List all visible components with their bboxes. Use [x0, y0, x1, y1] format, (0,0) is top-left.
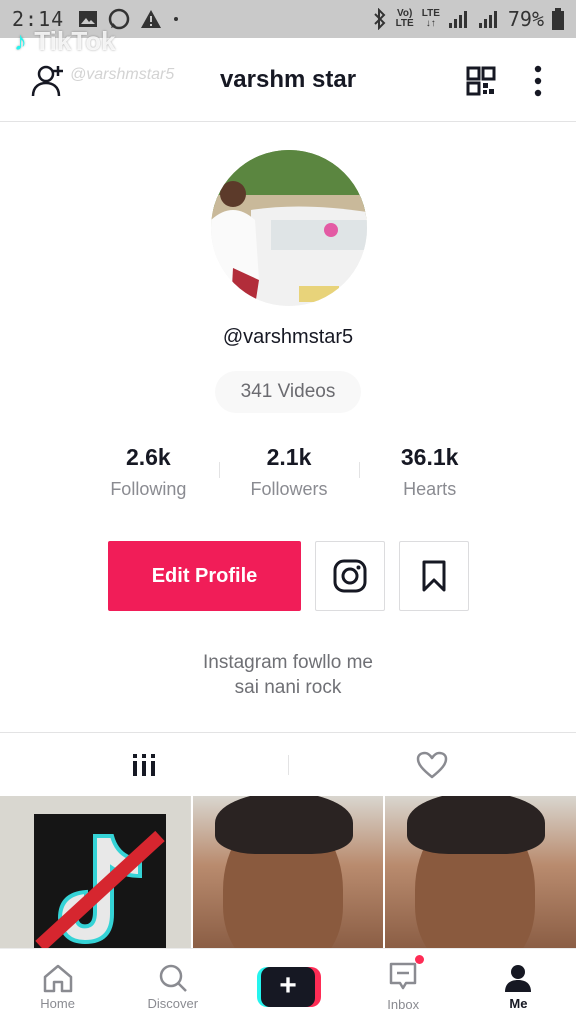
- tab-videos[interactable]: [0, 733, 288, 796]
- heart-icon: [416, 751, 448, 778]
- videos-count-pill[interactable]: 341 Videos: [215, 371, 361, 413]
- tiktok-logo-thumbnail: [0, 796, 190, 950]
- video-thumbnail[interactable]: [0, 796, 191, 950]
- stat-value: 2.6k: [125, 444, 171, 470]
- video-thumbnail[interactable]: [192, 796, 384, 950]
- lte-indicator: LTE ↓↑: [421, 8, 440, 29]
- grid-icon: [133, 753, 155, 776]
- video-thumbnail[interactable]: [385, 796, 576, 950]
- bluetooth-icon: [373, 8, 385, 30]
- thumbnail-hair: [214, 796, 353, 854]
- bio-line: Instagram fowllo me: [202, 652, 373, 673]
- signal-icon: [448, 11, 467, 28]
- dot-icon: [174, 17, 179, 21]
- profile-bio: Instagram fowllo me sai nani rock: [0, 650, 576, 700]
- instagram-button[interactable]: [315, 541, 385, 611]
- stat-value: 2.1k: [266, 444, 312, 470]
- avatar-photo: [211, 150, 367, 306]
- profile-username: @varshmstar5: [222, 326, 354, 348]
- stat-followers[interactable]: 2.1k Followers: [218, 440, 360, 510]
- system-icons: Vo) LTE LTE ↓↑ 79%: [372, 7, 564, 31]
- bio-line: sai nani rock: [234, 677, 342, 698]
- stat-label: Followers: [250, 479, 328, 499]
- stat-label: Hearts: [403, 479, 457, 499]
- signal-icon-2: [478, 11, 497, 28]
- thumbnail-hair: [407, 796, 546, 854]
- stat-label: Following: [110, 479, 187, 499]
- nav-create[interactable]: +: [230, 949, 345, 1024]
- home-icon: [43, 964, 72, 992]
- favorites-button[interactable]: [399, 541, 469, 611]
- nav-label: Inbox: [387, 997, 420, 1012]
- profile-header: ♪ TikTok @varshmstar5 varshm star: [0, 26, 576, 122]
- bookmark-icon: [422, 560, 446, 592]
- video-grid: [0, 796, 576, 950]
- edit-profile-button[interactable]: Edit Profile: [108, 541, 301, 611]
- tiktok-watermark: ♪ TikTok: [14, 26, 116, 56]
- avatar[interactable]: [211, 150, 367, 306]
- tab-liked[interactable]: [288, 733, 576, 796]
- stat-following[interactable]: 2.6k Following: [78, 440, 219, 510]
- nav-me[interactable]: Me: [461, 949, 576, 1024]
- profile-stats: 2.6k Following 2.1k Followers 36.1k Hear…: [78, 440, 500, 510]
- inbox-icon-wrap: [388, 955, 425, 994]
- bottom-nav: Home Discover + Inbox Me: [0, 948, 576, 1024]
- stat-hearts[interactable]: 36.1k Hearts: [359, 440, 500, 510]
- more-options-icon[interactable]: [528, 64, 548, 98]
- plus-icon: +: [261, 966, 315, 1007]
- content-tabs: [0, 732, 576, 796]
- warning-icon: [141, 10, 162, 28]
- nav-home[interactable]: Home: [0, 949, 115, 1024]
- nav-label: Me: [509, 995, 528, 1011]
- battery-icon: [552, 8, 564, 30]
- stat-value: 36.1k: [400, 444, 459, 470]
- nav-inbox[interactable]: Inbox: [346, 949, 461, 1024]
- notification-dot: [415, 955, 425, 964]
- nav-discover[interactable]: Discover: [115, 949, 230, 1024]
- create-video-button[interactable]: +: [257, 966, 321, 1007]
- nav-label: Discover: [147, 995, 199, 1011]
- person-icon: [505, 964, 532, 992]
- nav-label: Home: [40, 995, 75, 1011]
- instagram-icon: [333, 559, 367, 593]
- inbox-icon: [389, 962, 417, 990]
- qr-code-icon[interactable]: [466, 66, 496, 96]
- volte-indicator: Vo) LTE: [395, 8, 414, 29]
- battery-percent: 79%: [507, 7, 544, 31]
- search-icon: [159, 964, 187, 992]
